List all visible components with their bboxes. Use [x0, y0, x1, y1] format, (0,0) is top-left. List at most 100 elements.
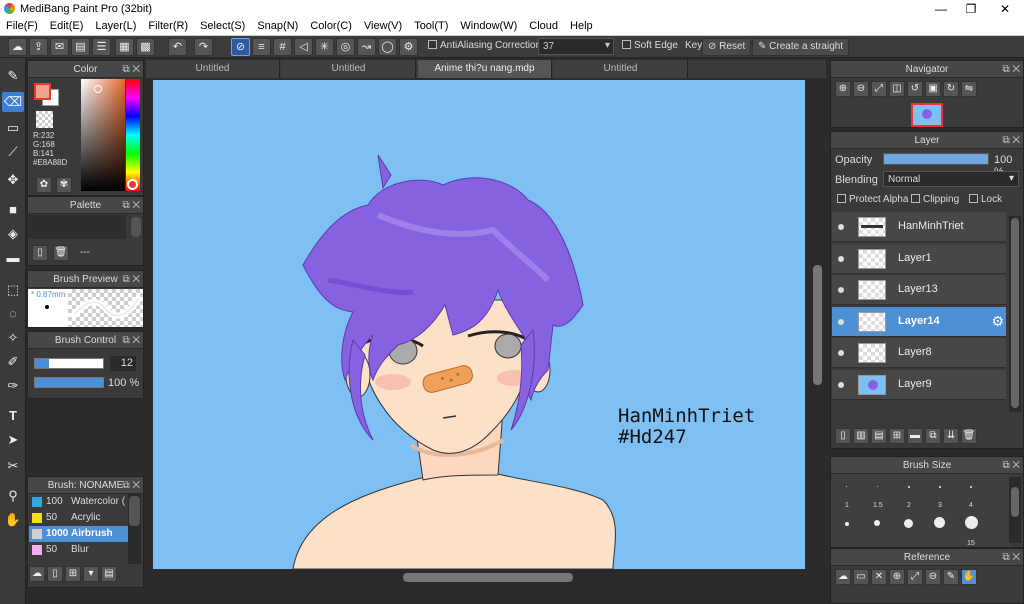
menu-snap[interactable]: Snap(N)	[251, 18, 304, 32]
layer-row[interactable]: Layer9	[832, 369, 1006, 400]
fill-rect-tool-icon[interactable]: ■	[2, 200, 24, 220]
reference-cloud-icon[interactable]: ☁	[835, 569, 851, 585]
rotate-left-icon[interactable]: ↺	[907, 81, 923, 97]
blending-select[interactable]: Normal ▾	[883, 171, 1019, 187]
visibility-eye-icon[interactable]	[838, 318, 844, 325]
protect-alpha-toggle[interactable]: Protect Alpha	[837, 194, 908, 205]
bucket-tool-icon[interactable]: ◈	[2, 224, 24, 244]
hand-tool-icon[interactable]: ✋	[2, 510, 24, 530]
canvas-vscroll-thumb[interactable]	[813, 265, 822, 385]
tab-anime[interactable]: Anime thi?u nang.mdp	[418, 60, 552, 78]
menu-layer[interactable]: Layer(L)	[89, 18, 142, 32]
comment-icon[interactable]: ✉	[50, 38, 69, 56]
clipping-toggle[interactable]: Clipping	[911, 194, 959, 205]
brush-menu-icon[interactable]: ▾	[83, 566, 99, 582]
layer-row[interactable]: Layer1	[832, 243, 1006, 274]
visibility-eye-icon[interactable]	[838, 350, 844, 356]
brush-size-2[interactable]: 2	[907, 502, 911, 509]
menu-file[interactable]: File(F)	[0, 18, 44, 32]
panel-controls-icon[interactable]: ⧉ ✕	[1002, 61, 1020, 78]
brush-opacity-slider[interactable]	[34, 377, 104, 388]
select-eraser-tool-icon[interactable]: ✑	[2, 376, 24, 396]
panel-controls-icon[interactable]: ⧉ ✕	[122, 332, 140, 349]
reference-eyedropper-icon[interactable]: ✎	[943, 569, 959, 585]
close-window-button[interactable]: ✕	[990, 0, 1020, 18]
lasso-tool-icon[interactable]: ◌	[2, 304, 24, 324]
merge-layer-icon[interactable]: ⇊	[943, 428, 959, 444]
brush-size-4[interactable]: 4	[969, 502, 973, 509]
zoom-in-icon[interactable]: ⊕	[835, 81, 851, 97]
tab-untitled-1[interactable]: Untitled	[146, 60, 280, 78]
reference-close-icon[interactable]: ✕	[871, 569, 887, 585]
canvas-horizontal-scrollbar[interactable]	[153, 570, 805, 584]
new-halftone-layer-icon[interactable]: ▥	[853, 428, 869, 444]
panel-controls-icon[interactable]: ⧉ ✕	[1002, 457, 1020, 474]
correction-select[interactable]: 37 ▾	[538, 38, 614, 55]
share-icon[interactable]: ⇪	[29, 38, 48, 56]
layer-opacity-slider[interactable]	[883, 153, 989, 165]
ellipse-snap-icon[interactable]: ◯	[378, 38, 397, 56]
brush-list-item[interactable]: 50 Acrylic	[29, 510, 141, 526]
brush-tool-icon[interactable]: ✎	[2, 66, 24, 86]
palette-swatches-area[interactable]	[28, 215, 126, 239]
duplicate-layer-icon[interactable]: ⧉	[925, 428, 941, 444]
layer-row[interactable]: HanMinhTriet	[832, 212, 1006, 242]
transparent-swatch[interactable]	[36, 111, 53, 128]
minimize-button[interactable]: —	[926, 0, 956, 18]
menu-filter[interactable]: Filter(R)	[142, 18, 194, 32]
reference-hand-icon[interactable]: ✋	[961, 569, 977, 585]
new-palette-icon[interactable]: ▯	[32, 245, 48, 261]
select-rect-tool-icon[interactable]: ⬚	[2, 280, 24, 300]
reference-zoom-in-icon[interactable]: ⊕	[889, 569, 905, 585]
select-pen-tool-icon[interactable]: ✐	[2, 352, 24, 372]
divide-tool-icon[interactable]: ✂	[2, 456, 24, 476]
panel-controls-icon[interactable]: ⧉ ✕	[122, 477, 140, 494]
delete-palette-icon[interactable]: 🗑	[53, 245, 69, 261]
menu-view[interactable]: View(V)	[358, 18, 408, 32]
menu-edit[interactable]: Edit(E)	[44, 18, 90, 32]
redo-icon[interactable]: ↷	[194, 38, 213, 56]
layer-row[interactable]: Layer14 ⚙	[832, 306, 1006, 337]
add-layer-menu-icon[interactable]: ⊞	[889, 428, 905, 444]
panel-controls-icon[interactable]: ⧉ ✕	[122, 271, 140, 288]
brush-list-item[interactable]: 50 Blur	[29, 542, 141, 558]
actual-size-icon[interactable]: ◫	[889, 81, 905, 97]
operation-tool-icon[interactable]: ➤	[2, 430, 24, 450]
foreground-color-swatch[interactable]	[34, 83, 51, 100]
no-snap-icon[interactable]: ⊘	[231, 38, 250, 56]
zoom-out-icon[interactable]: ⊖	[853, 81, 869, 97]
brush-list-item[interactable]: 100 Watercolor (	[29, 494, 141, 510]
cross-snap-icon[interactable]: #	[273, 38, 292, 56]
palette-scrollbar[interactable]	[131, 217, 141, 237]
panel-controls-icon[interactable]: ⧉ ✕	[122, 197, 140, 214]
undo-icon[interactable]: ↶	[168, 38, 187, 56]
tab-untitled-3[interactable]: Untitled	[554, 60, 688, 78]
navigator-thumbnail[interactable]	[911, 103, 943, 127]
flip-icon[interactable]: ⇋	[961, 81, 977, 97]
menu-cloud[interactable]: Cloud	[523, 18, 564, 32]
panel-controls-icon[interactable]: ⧉ ✕	[1002, 549, 1020, 566]
snap-settings-icon[interactable]: ⚙	[399, 38, 418, 56]
brush-size-3[interactable]: 3	[938, 502, 942, 509]
menu-tool[interactable]: Tool(T)	[408, 18, 454, 32]
curve-snap-icon[interactable]: ↝	[357, 38, 376, 56]
layer-list-scrollbar[interactable]	[1009, 216, 1021, 412]
brush-size-grid[interactable]: 1 1.5 2 3 4 15	[831, 474, 1011, 547]
add-brush-icon[interactable]: ⊞	[65, 566, 81, 582]
reference-zoom-out-icon[interactable]: ⊖	[925, 569, 941, 585]
brush-size-slider[interactable]	[34, 358, 104, 369]
circle-snap-icon[interactable]: ◎	[336, 38, 355, 56]
canvas-hscroll-thumb[interactable]	[403, 573, 573, 582]
menu-select[interactable]: Select(S)	[194, 18, 251, 32]
reset-button[interactable]: ⊘ Reset	[702, 38, 752, 56]
dot-tool-icon[interactable]: ⟋	[2, 142, 24, 162]
color-wheel-icon[interactable]: ✿	[36, 177, 52, 193]
panel-icon[interactable]: ▤	[71, 38, 90, 56]
vanish-snap-icon[interactable]: ◁	[294, 38, 313, 56]
brush-size-scrollbar[interactable]	[1009, 477, 1021, 543]
lock-toggle[interactable]: Lock	[969, 194, 1002, 205]
shape-tool-icon[interactable]: ▭	[2, 118, 24, 138]
soft-edge-toggle[interactable]: Soft Edge	[622, 40, 678, 51]
new-folder-icon[interactable]: ▬	[907, 428, 923, 444]
fit-screen-icon[interactable]: ▣	[925, 81, 941, 97]
